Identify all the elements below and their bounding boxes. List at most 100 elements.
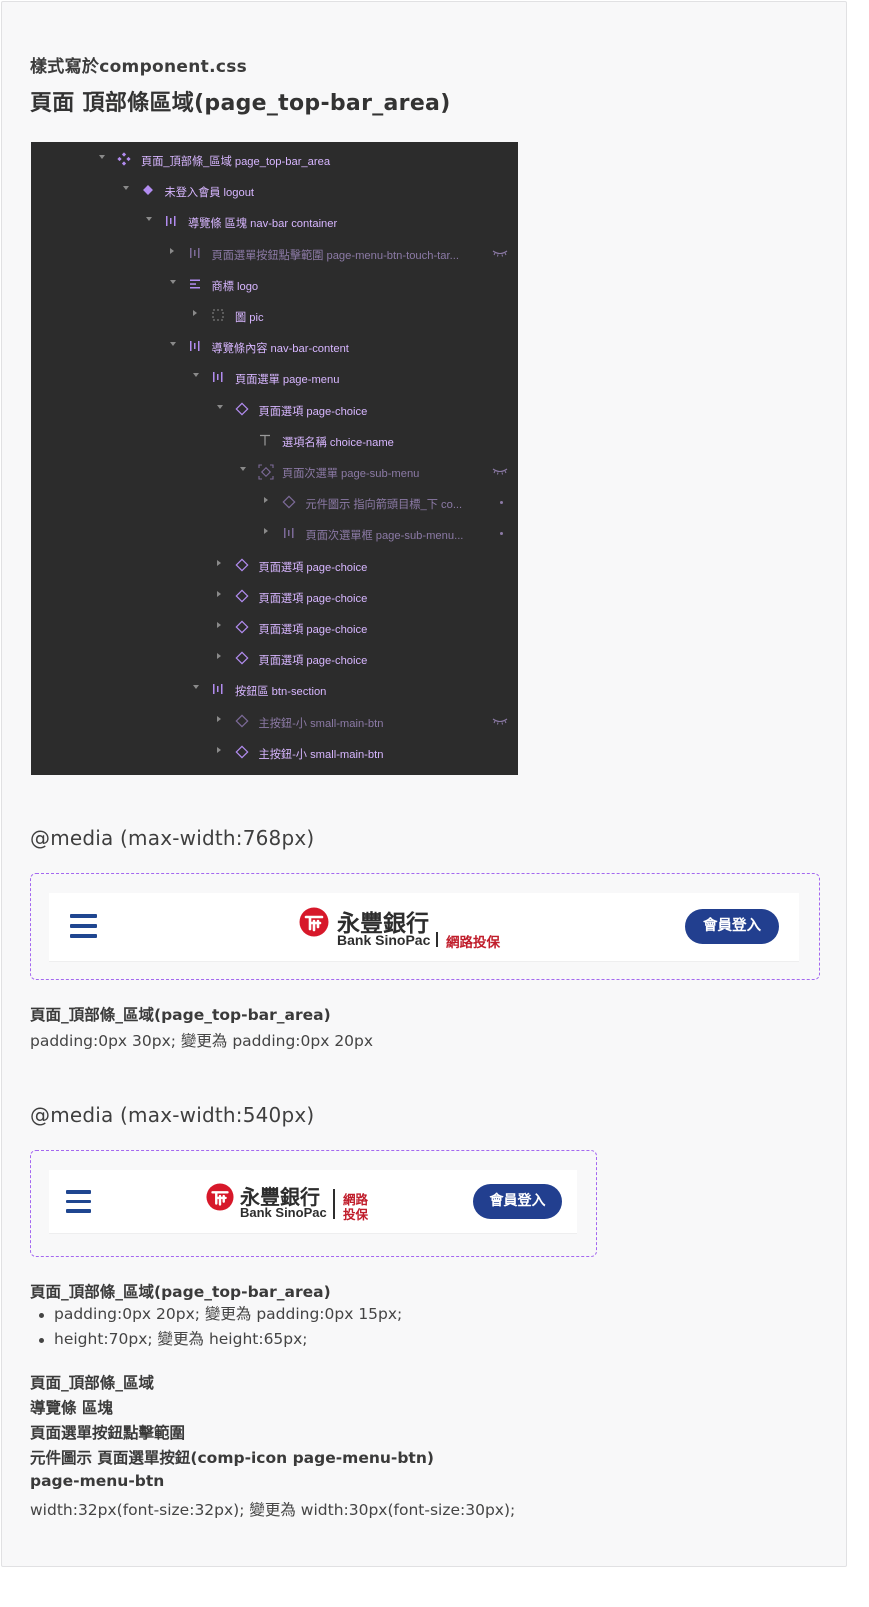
brand-divider: [333, 1189, 335, 1219]
chevron-down-icon[interactable]: [146, 217, 152, 222]
frame-dashed-icon: [211, 308, 225, 322]
layer-row[interactable]: 頁面選項 page-choice: [31, 581, 518, 612]
list-item: height:70px; 變更為 height:65px;: [30, 1327, 402, 1352]
instance-outline-icon: [234, 714, 249, 728]
chevron-right-icon[interactable]: [216, 622, 221, 628]
layer-row[interactable]: 未登入會員 logout: [31, 175, 518, 206]
note-768-text: padding:0px 30px; 變更為 padding:0px 20px: [30, 1032, 374, 1050]
brand-sub-2: 投保: [343, 1207, 369, 1222]
instance-outline-icon: [281, 495, 296, 509]
media-768-heading: @media (max-width:768px): [30, 826, 315, 850]
note-540-title: 頁面_頂部條_區域(page_top-bar_area): [30, 1283, 331, 1301]
horizontal-autolayout-icon: [211, 682, 225, 696]
layer-label: 按鈕區 btn-section: [235, 686, 327, 699]
login-button[interactable]: 會員登入: [685, 909, 779, 944]
chevron-right-icon[interactable]: [216, 559, 221, 566]
menu-icon[interactable]: [66, 1190, 91, 1214]
layer-label: 主按鈕-小 small-main-btn: [258, 748, 384, 761]
instance-outline-icon: [234, 402, 249, 416]
chevron-right-icon[interactable]: [216, 590, 221, 597]
layer-label: 頁面選項 page-choice: [258, 561, 368, 574]
layer-row[interactable]: 頁面選項 page-choice: [31, 550, 518, 581]
layer-row[interactable]: 頁面次選單框 page-sub-menu...: [31, 518, 518, 549]
login-button[interactable]: 會員登入: [473, 1184, 562, 1219]
layer-row[interactable]: 頁面_頂部條_區域 page_top-bar_area: [31, 144, 518, 175]
layer-label: 主按鈕-小 small-main-btn: [258, 717, 384, 730]
layer-row[interactable]: 頁面選單按鈕點擊範圍 page-menu-btn-touch-tar...: [31, 238, 518, 269]
horizontal-autolayout-icon: [164, 214, 178, 228]
sinopac-logo-icon: [299, 907, 329, 937]
eye-closed-icon[interactable]: [492, 248, 508, 258]
layer-label: 頁面選單按鈕點擊範圍 page-menu-btn-touch-tar...: [211, 249, 459, 262]
layer-label: 導覽條 區塊 nav-bar container: [188, 218, 338, 231]
chevron-down-icon[interactable]: [216, 404, 223, 409]
component-icon: [117, 152, 131, 166]
subtitle: 樣式寫於component.css: [30, 57, 248, 77]
page-title: 頁面 頂部條區域(page_top-bar_area): [30, 91, 451, 116]
nav-bar-768: 永豐銀行 Bank SinoPac 網路投保 會員登入: [49, 893, 799, 962]
eye-closed-icon[interactable]: [492, 466, 508, 476]
dot-icon: [500, 501, 503, 505]
path-line: 頁面選單按鈕點擊範圍: [30, 1424, 186, 1442]
layer-row[interactable]: 商標 logo: [31, 269, 518, 300]
horizontal-autolayout-icon: [188, 339, 202, 353]
layer-row[interactable]: 選項名稱 choice-name: [31, 425, 518, 456]
layer-row[interactable]: 頁面選項 page-choice: [31, 643, 518, 674]
note-540-bullets: padding:0px 20px; 變更為 padding:0px 15px; …: [30, 1302, 402, 1352]
path-line: 頁面_頂部條_區域: [30, 1374, 155, 1392]
preview-frame-768: 永豐銀行 Bank SinoPac 網路投保 會員登入: [30, 873, 820, 980]
chevron-down-icon[interactable]: [99, 155, 105, 159]
path-line: 導覽條 區塊: [30, 1399, 113, 1417]
layer-label: 頁面次選單框 page-sub-menu...: [305, 530, 464, 543]
layer-row[interactable]: 導覽條內容 nav-bar-content: [31, 331, 518, 362]
layer-row[interactable]: 頁面次選單 page-sub-menu: [31, 456, 518, 487]
chevron-down-icon[interactable]: [193, 373, 199, 378]
instance-outline-icon: [234, 651, 249, 665]
layer-row[interactable]: 圖 pic: [31, 300, 518, 331]
instance-diamond-icon: [141, 183, 155, 197]
path-line: page-menu-btn: [30, 1472, 165, 1490]
layer-row[interactable]: 頁面選項 page-choice: [31, 394, 518, 425]
preview-frame-540: 永豐銀行 Bank SinoPac 網路 投保 會員登入: [30, 1150, 597, 1257]
list-item: padding:0px 20px; 變更為 padding:0px 15px;: [30, 1302, 402, 1327]
final-note: width:32px(font-size:32px); 變更為 width:30…: [30, 1501, 516, 1519]
brand-sub: 網路投保: [446, 935, 500, 951]
menu-icon[interactable]: [70, 914, 97, 940]
note-768-title: 頁面_頂部條_區域(page_top-bar_area): [30, 1006, 331, 1024]
chevron-right-icon[interactable]: [263, 497, 268, 504]
layer-label: 導覽條內容 nav-bar-content: [211, 343, 349, 356]
chevron-down-icon[interactable]: [169, 342, 176, 347]
layer-row[interactable]: 元件圖示 指向箭頭目標_下 co...: [31, 487, 518, 518]
layer-label: 未登入會員 logout: [164, 187, 255, 200]
chevron-right-icon[interactable]: [193, 310, 197, 316]
eye-closed-icon[interactable]: [492, 716, 508, 726]
doc-page: 樣式寫於component.css 頁面 頂部條區域(page_top-bar_…: [1, 1, 847, 1567]
layer-row[interactable]: 導覽條 區塊 nav-bar container: [31, 206, 518, 237]
chevron-down-icon[interactable]: [169, 279, 176, 284]
brand-divider: [436, 932, 438, 947]
layer-label: 頁面選項 page-choice: [258, 655, 368, 668]
chevron-down-icon[interactable]: [122, 186, 129, 191]
chevron-right-icon[interactable]: [216, 653, 221, 660]
layer-row[interactable]: 主按鈕-小 small-main-btn: [31, 737, 518, 768]
layer-row[interactable]: 頁面選單 page-menu: [31, 362, 518, 393]
chevron-down-icon[interactable]: [193, 685, 199, 690]
vertical-autolayout-icon: [188, 277, 202, 291]
layer-label: 頁面_頂部條_區域 page_top-bar_area: [141, 156, 331, 168]
horizontal-autolayout-icon: [211, 370, 225, 384]
layer-row[interactable]: 按鈕區 btn-section: [31, 674, 518, 705]
horizontal-autolayout-icon: [188, 246, 202, 260]
chevron-right-icon[interactable]: [216, 746, 221, 753]
chevron-right-icon[interactable]: [169, 247, 174, 254]
layer-row[interactable]: 主按鈕-小 small-main-btn: [31, 706, 518, 737]
instance-outline-icon: [234, 745, 249, 759]
chevron-right-icon[interactable]: [216, 715, 221, 722]
nav-bar-540: 永豐銀行 Bank SinoPac 網路 投保 會員登入: [49, 1170, 577, 1234]
layer-row[interactable]: 頁面選項 page-choice: [31, 612, 518, 643]
instance-outline-icon: [234, 620, 249, 634]
chevron-down-icon[interactable]: [240, 467, 246, 471]
frame-selection-icon: [258, 464, 274, 480]
brand-name-en: Bank SinoPac: [337, 932, 431, 948]
media-540-heading: @media (max-width:540px): [30, 1103, 315, 1127]
chevron-right-icon[interactable]: [263, 528, 268, 535]
